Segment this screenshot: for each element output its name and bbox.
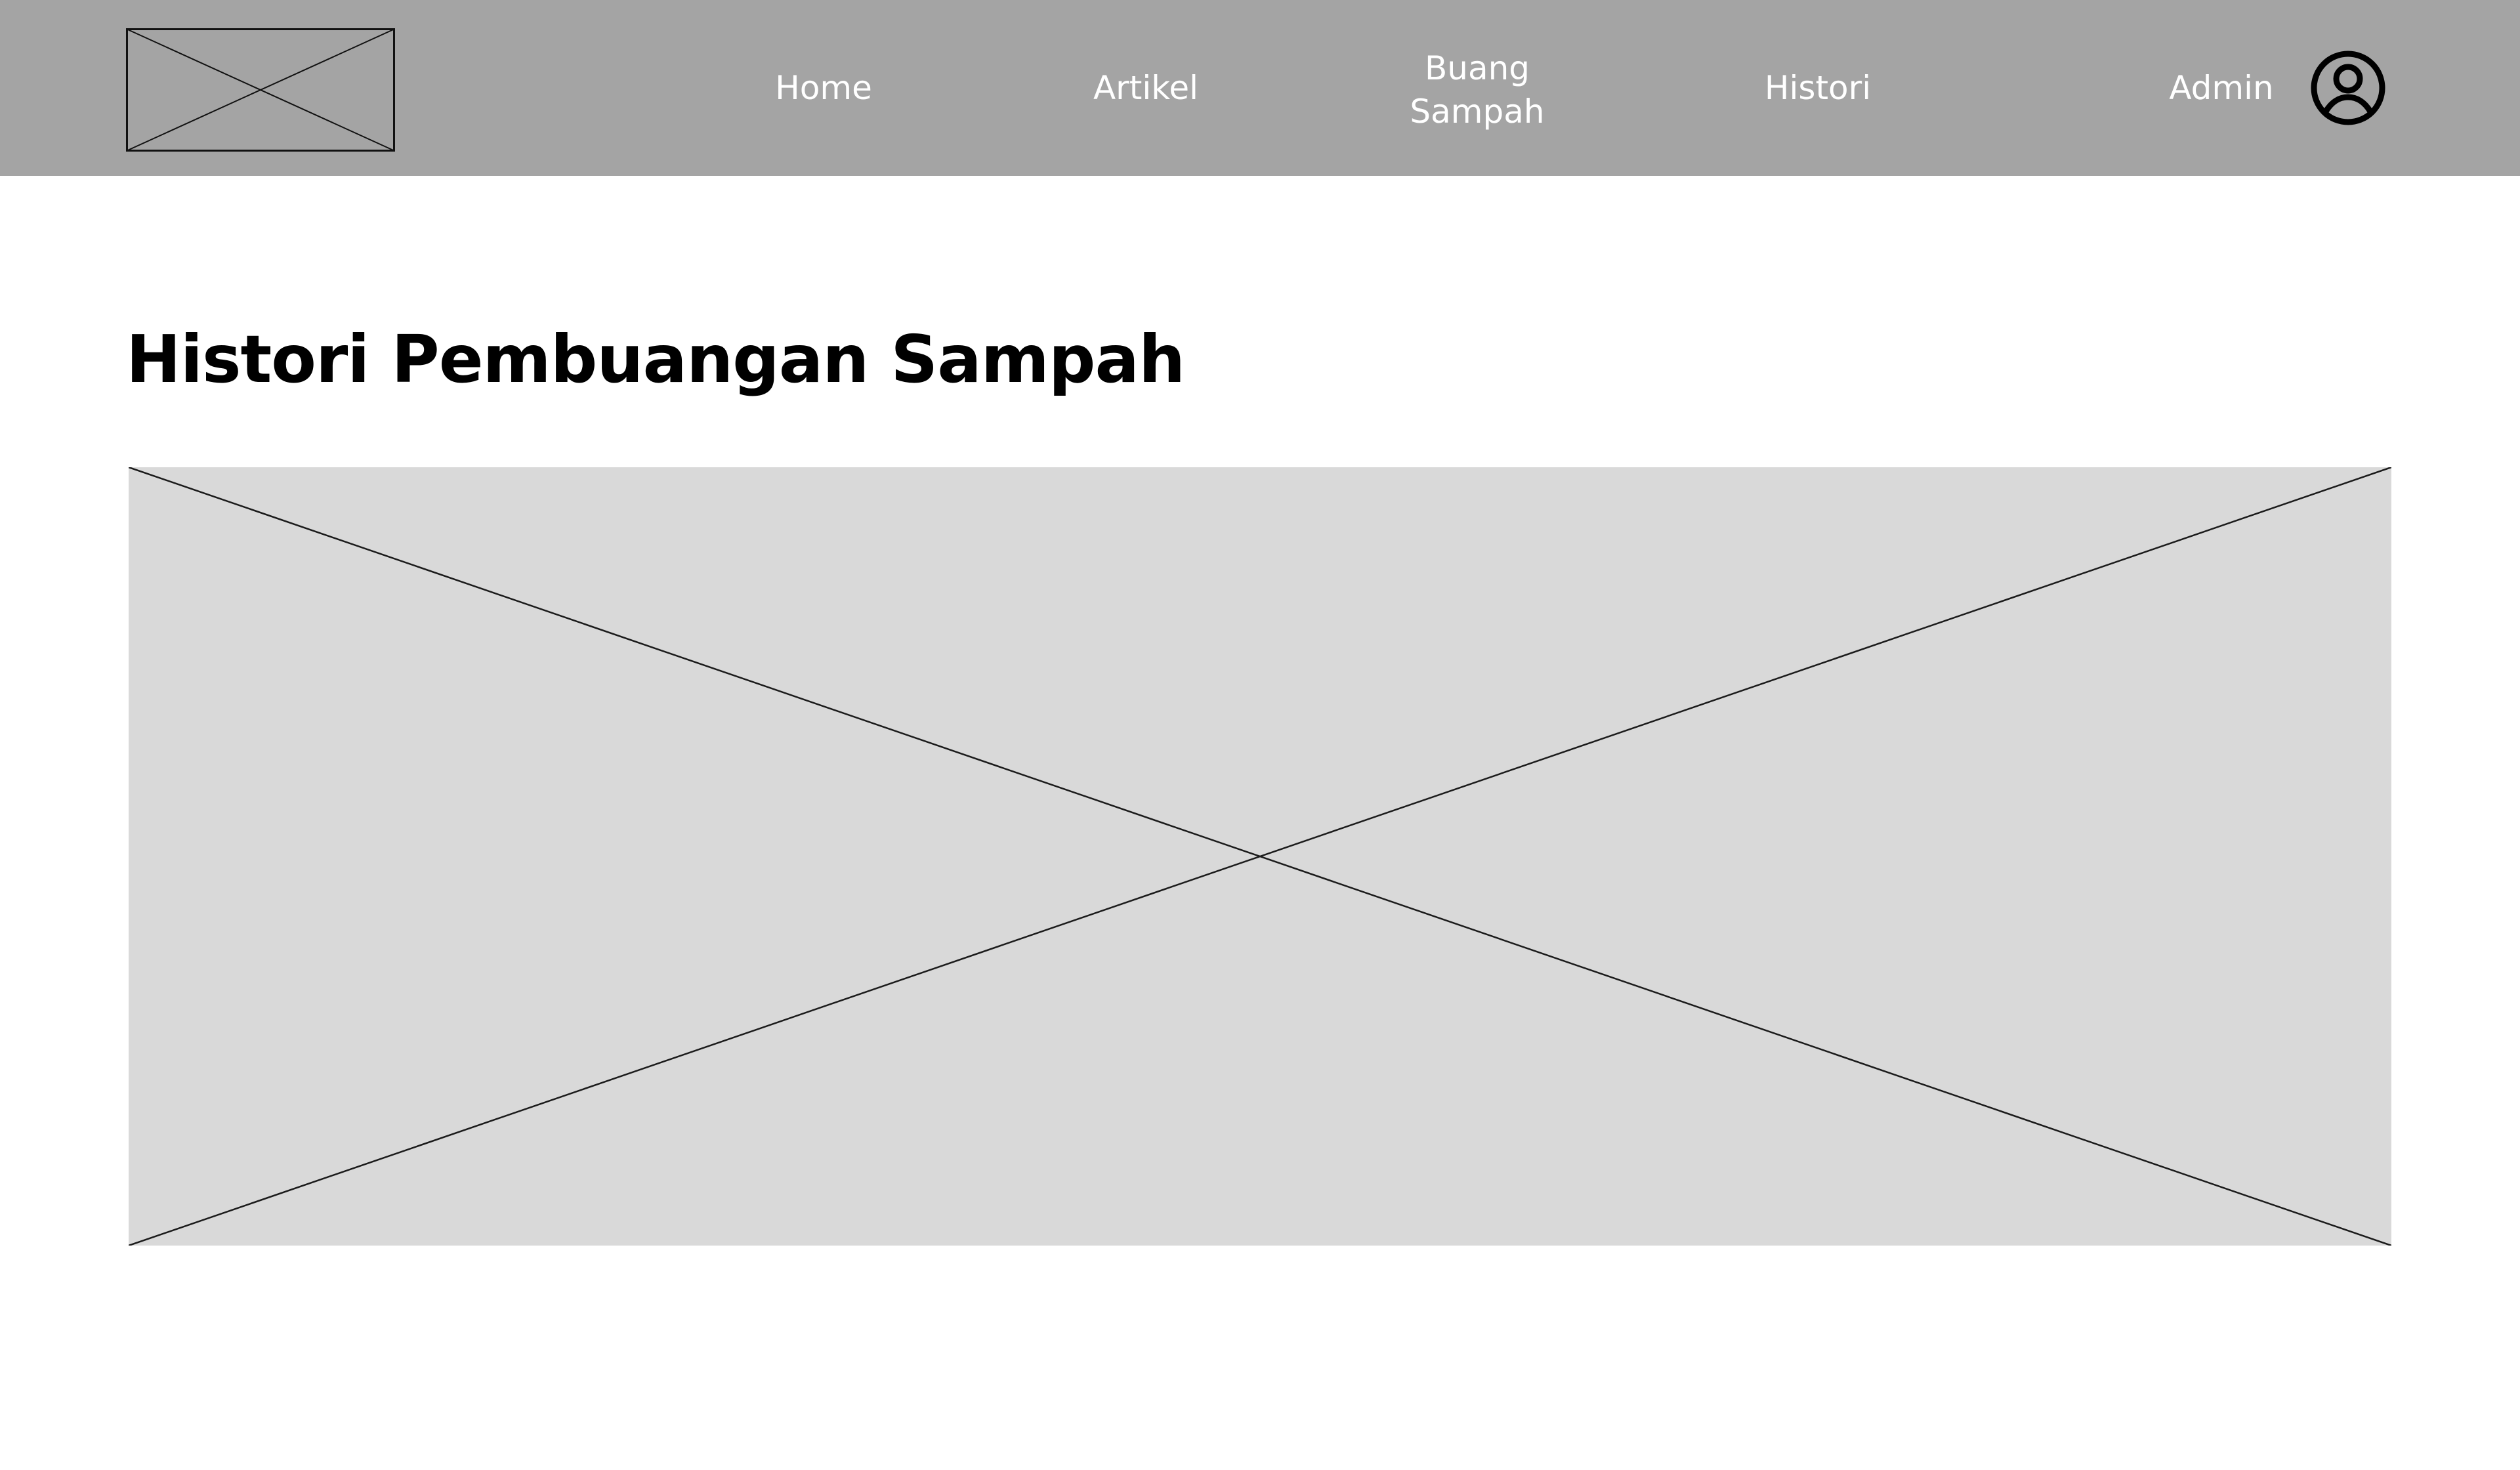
- admin-label: Admin: [2169, 69, 2274, 107]
- image-placeholder-icon: [129, 467, 2391, 1246]
- logo-placeholder[interactable]: [126, 28, 395, 152]
- history-image-placeholder: [129, 467, 2391, 1246]
- nav-home[interactable]: Home: [756, 67, 891, 109]
- nav-buang-sampah-line-1: Buang: [1424, 49, 1530, 87]
- nav-artikel[interactable]: Artikel: [1074, 67, 1218, 109]
- image-placeholder-icon: [126, 28, 395, 152]
- page-title: Histori Pembuangan Sampah: [126, 321, 1185, 398]
- nav-buang-sampah-line-2: Sampah: [1410, 93, 1545, 131]
- top-navbar: Home Artikel Buang Sampah Histori Admin: [0, 0, 2520, 176]
- nav-buang-sampah[interactable]: Buang Sampah: [1374, 47, 1580, 133]
- nav-histori[interactable]: Histori: [1743, 67, 1893, 109]
- user-circle-icon[interactable]: [2310, 50, 2386, 126]
- avatar-svg: [2311, 51, 2385, 125]
